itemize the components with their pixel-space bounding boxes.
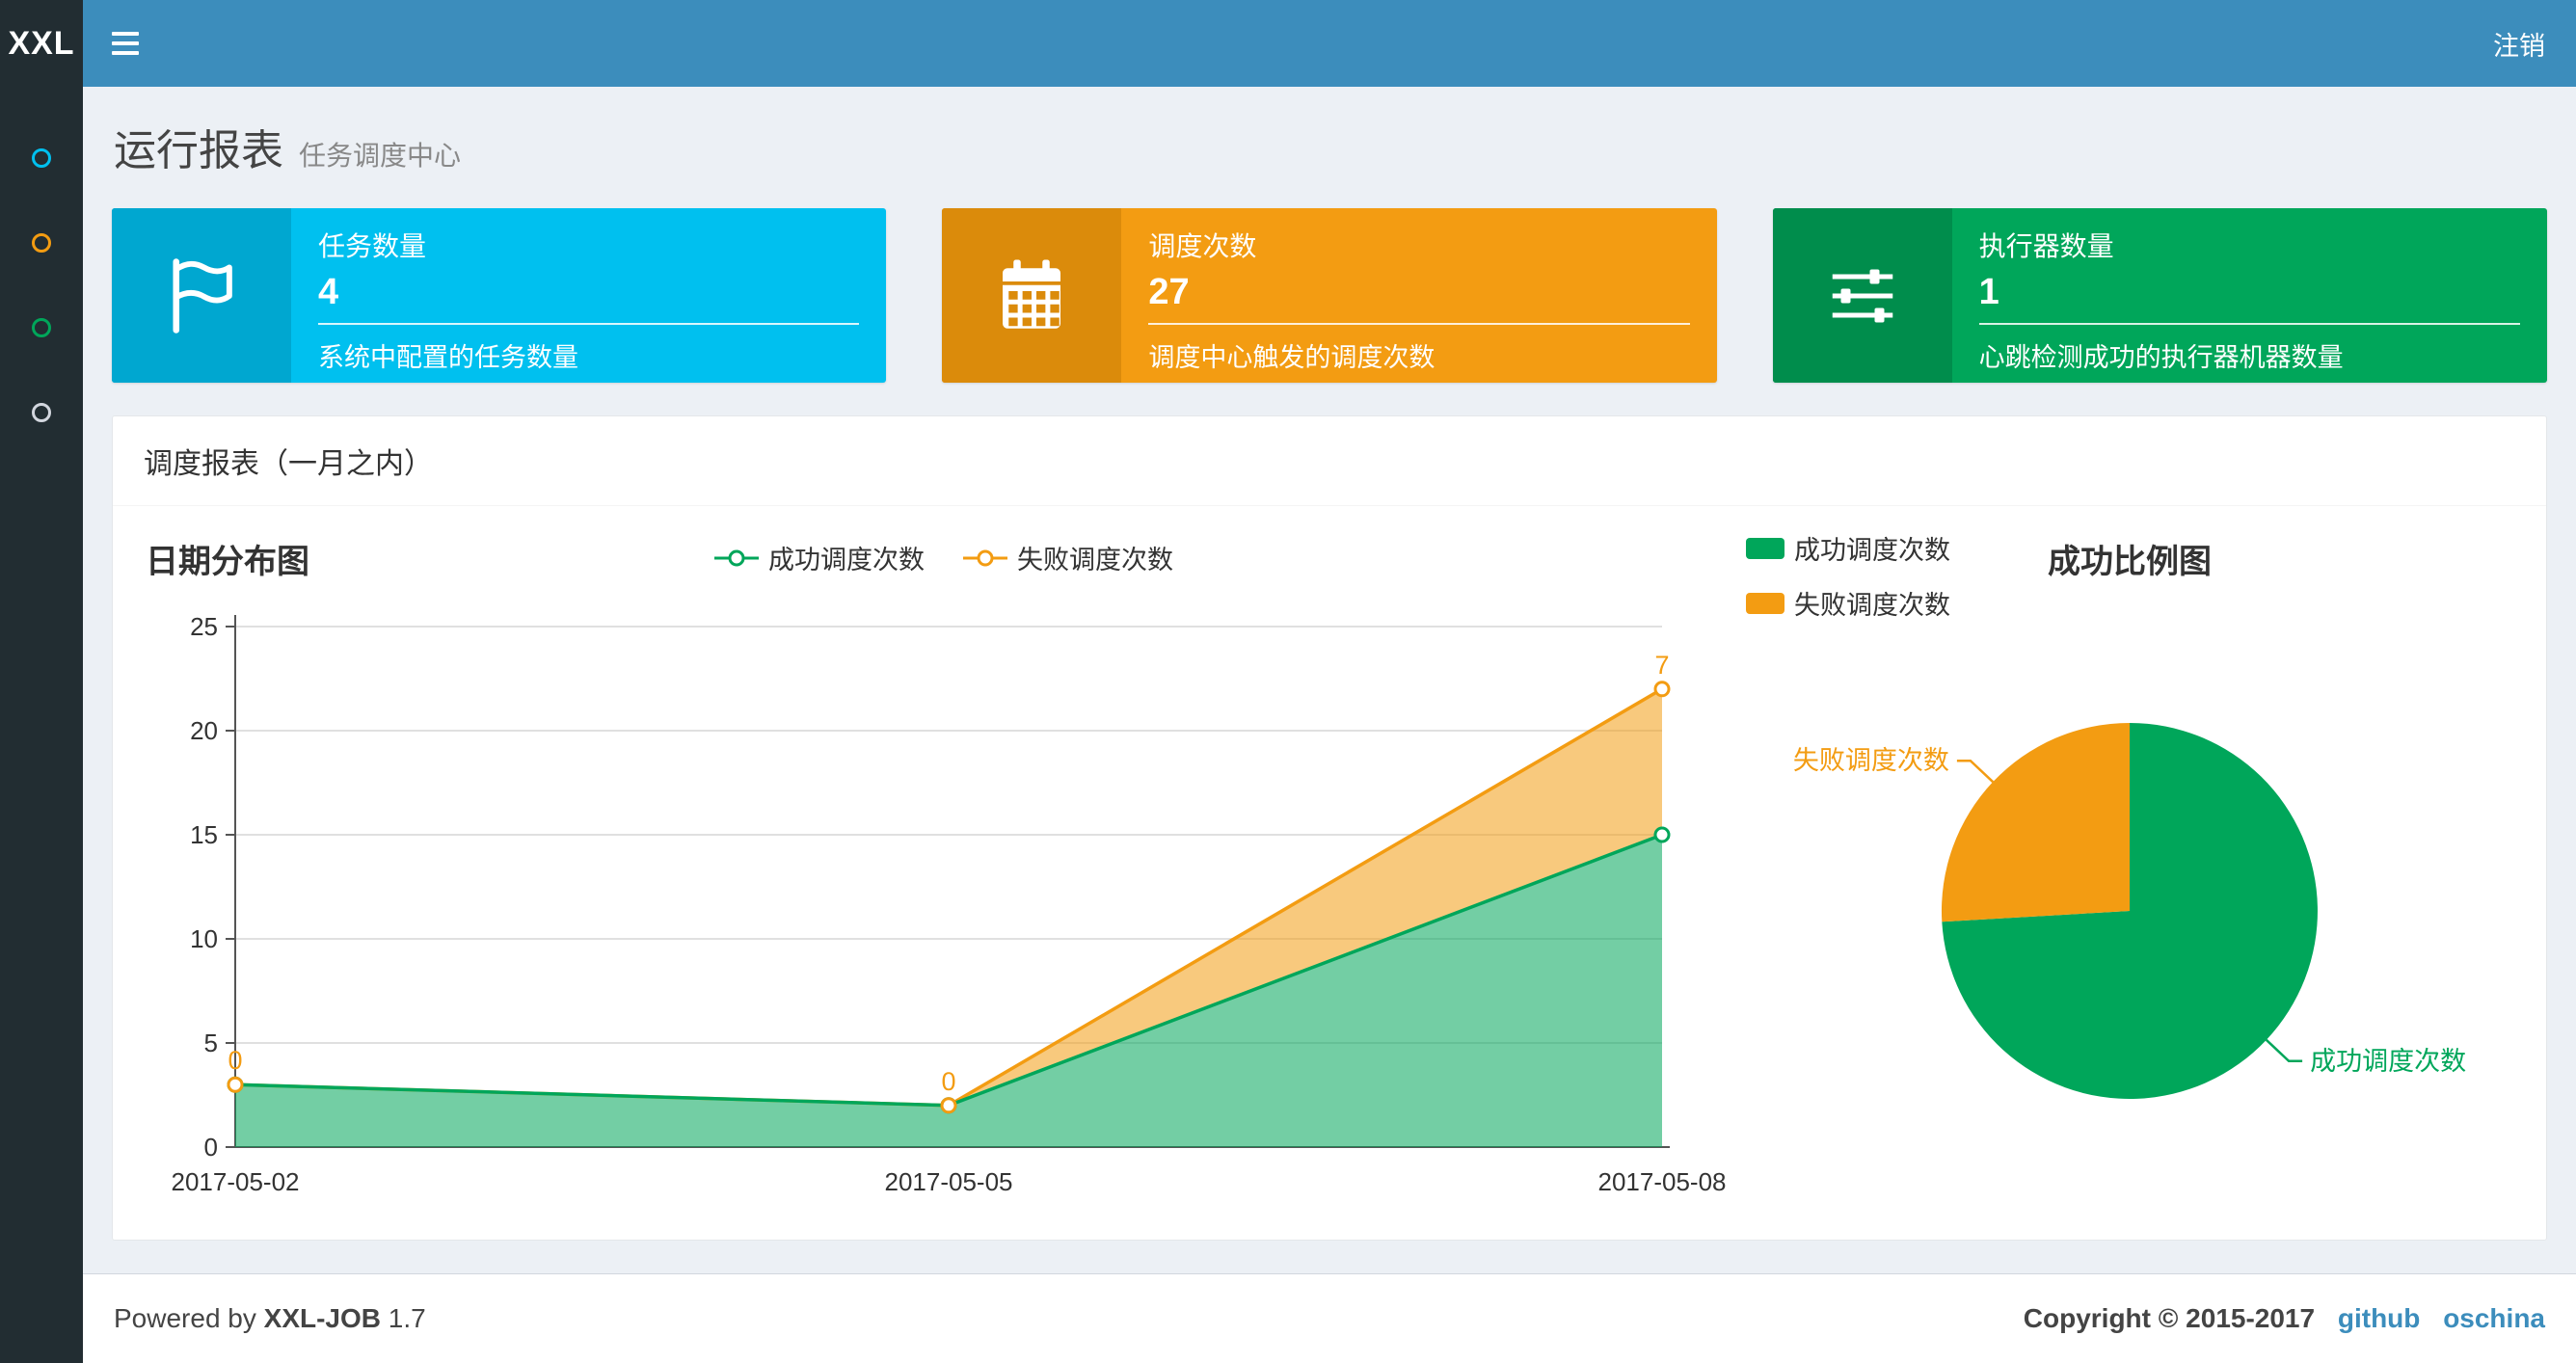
footer-powered-by: Powered by XXL-JOB 1.7 — [114, 1303, 426, 1334]
legend-line-icon — [714, 549, 759, 566]
calendar-icon — [1003, 259, 1061, 329]
sidebar-item-logs[interactable] — [0, 285, 83, 370]
info-box-content: 任务数量 4 系统中配置的任务数量 — [291, 208, 886, 383]
line-area-chart-canvas: 05101520252017-05-02 2017-05-05 2017-05-08… — [172, 612, 1727, 1196]
svg-text:0: 0 — [204, 1133, 218, 1162]
info-box-title: 调度次数 — [1148, 231, 1257, 261]
svg-text:10: 10 — [190, 924, 218, 953]
legend-label: 成功调度次数 — [1794, 536, 1950, 565]
info-box-title: 执行器数量 — [1978, 231, 2114, 261]
page-header: 运行报表 任务调度中心 — [112, 87, 2547, 181]
divider — [318, 323, 860, 325]
legend-label: 成功调度次数 — [768, 546, 925, 575]
svg-text:2017-05-05: 2017-05-05 — [885, 1167, 1013, 1196]
sidebar — [0, 87, 83, 1363]
divider — [1978, 323, 2520, 325]
line-chart-legend: 成功调度次数 失败调度次数 — [714, 539, 1173, 576]
pie-chart-canvas: 成功调度次数 失败调度次数 — [1793, 723, 2466, 1099]
report-panel: 调度报表（一月之内） 日期分布图 成功调度次数 失败调度次数 0 5 10 15… — [112, 415, 2547, 1241]
product-name: XXL-JOB — [263, 1303, 382, 1333]
content-wrapper: 运行报表 任务调度中心 任务数量 4 系统中配置的任务数量 调度次数 27 调度… — [83, 87, 2576, 1363]
info-box-icon-area — [1772, 208, 1952, 383]
circle-icon — [32, 148, 51, 168]
page-footer: Powered by XXL-JOB 1.7 Copyright © 2015-… — [83, 1273, 2576, 1363]
info-box-icon-area — [942, 208, 1122, 383]
svg-text:7: 7 — [1654, 651, 1669, 680]
info-box-row: 任务数量 4 系统中配置的任务数量 调度次数 27 调度中心触发的调度次数 执行… — [112, 208, 2547, 383]
pie-chart-legend: 成功调度次数 失败调度次数 — [1746, 529, 1950, 622]
divider — [1148, 323, 1690, 325]
sidebar-item-jobs[interactable] — [0, 200, 83, 285]
info-box-content: 执行器数量 1 心跳检测成功的执行器机器数量 — [1952, 208, 2547, 383]
panel-title: 调度报表（一月之内） — [113, 416, 2546, 506]
svg-text:0: 0 — [941, 1067, 955, 1096]
sliders-icon — [1832, 269, 1892, 322]
info-box-title: 任务数量 — [318, 231, 427, 261]
copyright-text: Copyright © 2015-2017 — [2023, 1303, 2316, 1333]
legend-swatch-icon — [1746, 537, 1784, 559]
main-content: 运行报表 任务调度中心 任务数量 4 系统中配置的任务数量 调度次数 27 调度… — [83, 87, 2576, 1273]
legend-item-success[interactable]: 成功调度次数 — [1746, 529, 1950, 567]
sidebar-item-other[interactable] — [0, 370, 83, 455]
svg-text:15: 15 — [190, 820, 218, 849]
chart-title: 日期分布图 — [146, 544, 309, 580]
navbar-content: 注销 — [83, 0, 2576, 87]
hamburger-icon — [112, 41, 139, 45]
info-box-value: 1 — [1978, 272, 1999, 312]
legend-line-icon — [963, 549, 1007, 566]
svg-text:2017-05-02: 2017-05-02 — [172, 1167, 300, 1196]
circle-icon — [32, 233, 51, 253]
svg-text:20: 20 — [190, 716, 218, 745]
github-link[interactable]: github — [2338, 1303, 2421, 1333]
legend-label: 失败调度次数 — [1017, 546, 1173, 575]
chart-header: 成功调度次数 失败调度次数 成功比例图 — [1744, 521, 2515, 620]
product-version: 1.7 — [388, 1303, 426, 1333]
legend-item-fail[interactable]: 失败调度次数 — [963, 539, 1173, 576]
top-navbar: XXL 注销 — [0, 0, 2576, 87]
page-subtitle: 任务调度中心 — [299, 141, 462, 171]
svg-text:2017-05-08: 2017-05-08 — [1598, 1167, 1727, 1196]
powered-by-text: Powered by — [114, 1303, 256, 1333]
hamburger-icon — [112, 32, 139, 36]
panel-body: 日期分布图 成功调度次数 失败调度次数 0 5 10 15 20 25 2017… — [113, 506, 2546, 1240]
sidebar-item-report[interactable] — [0, 116, 83, 200]
legend-label: 失败调度次数 — [1794, 591, 1950, 620]
circle-icon — [32, 403, 51, 422]
circle-icon — [32, 318, 51, 337]
info-box-description: 系统中配置的任务数量 — [318, 343, 578, 372]
app-logo[interactable]: XXL — [0, 0, 83, 87]
legend-item-fail[interactable]: 失败调度次数 — [1746, 584, 1950, 622]
hamburger-icon — [112, 51, 139, 55]
info-box-executor-count: 执行器数量 1 心跳检测成功的执行器机器数量 — [1772, 208, 2547, 383]
svg-text:成功调度次数: 成功调度次数 — [2310, 1047, 2466, 1076]
svg-text:失败调度次数: 失败调度次数 — [1793, 746, 1949, 775]
success-ratio-chart: 成功调度次数 失败调度次数 成功比例图 成功调度次数 失败调度次数 — [1744, 521, 2515, 1205]
info-box-content: 调度次数 27 调度中心触发的调度次数 — [1121, 208, 1716, 383]
info-box-value: 4 — [318, 272, 339, 312]
info-box-description: 心跳检测成功的执行器机器数量 — [1978, 343, 2344, 372]
page-title: 运行报表 — [114, 127, 283, 174]
svg-text:25: 25 — [190, 612, 218, 641]
chart-header: 日期分布图 成功调度次数 失败调度次数 — [144, 521, 1744, 593]
sidebar-toggle-button[interactable] — [83, 0, 168, 87]
date-distribution-chart: 日期分布图 成功调度次数 失败调度次数 0 5 10 15 20 25 2017… — [144, 521, 1744, 1205]
svg-text:0: 0 — [228, 1046, 242, 1075]
info-box-value: 27 — [1148, 272, 1190, 312]
legend-swatch-icon — [1746, 592, 1784, 614]
legend-item-success[interactable]: 成功调度次数 — [714, 539, 925, 576]
footer-copyright: Copyright © 2015-2017 github oschina — [2024, 1303, 2545, 1334]
info-box-job-count: 任务数量 4 系统中配置的任务数量 — [112, 208, 887, 383]
svg-text:5: 5 — [204, 1029, 218, 1057]
info-box-trigger-count: 调度次数 27 调度中心触发的调度次数 — [942, 208, 1717, 383]
oschina-link[interactable]: oschina — [2443, 1303, 2545, 1333]
flag-icon — [173, 257, 232, 334]
logout-link[interactable]: 注销 — [2462, 0, 2576, 87]
info-box-icon-area — [112, 208, 291, 383]
info-box-description: 调度中心触发的调度次数 — [1148, 343, 1436, 372]
